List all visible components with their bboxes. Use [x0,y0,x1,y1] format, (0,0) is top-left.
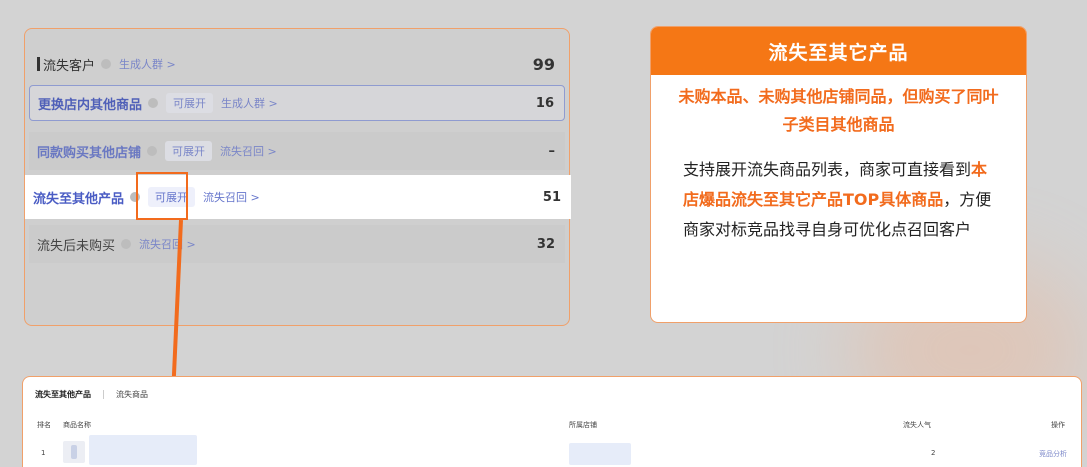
info-card-subtitle: 未购本品、未购其他店铺同品，但购买了同叶子类目其他商品 [678,87,999,134]
recall-link[interactable]: 流失召回 > [203,189,260,205]
title-marker [37,57,40,71]
tab-divider [103,390,104,399]
help-icon[interactable] [121,239,132,249]
help-icon[interactable] [101,59,112,69]
column-header-lost-popularity: 流失人气 [903,421,931,429]
funnel-row-label: 同款购买其他店铺 [37,145,142,161]
lost-products-table: 流失至其他产品 流失商品 排名 商品名称 所属店铺 流失人气 操作 1 2 竞品… [22,376,1082,467]
funnel-row-value: 16 [535,95,554,111]
funnel-row-label: 流失后未购买 [37,238,116,254]
column-header-product: 商品名称 [63,421,91,429]
info-card-body-text: 支持展开流失商品列表，商家可直接看到 [683,160,972,179]
column-header-shop: 所属店铺 [569,421,597,429]
funnel-title: 流失客户 [43,58,96,74]
funnel-row-other-product[interactable]: 流失至其他产品 可展开 流失召回 > 51 [25,175,571,219]
product-name-blurred [89,435,197,465]
generate-crowd-link[interactable]: 生成人群 > [119,56,176,72]
funnel-row-label: 更换店内其他商品 [38,97,143,113]
funnel-row-switch-product[interactable]: 更换店内其他商品 可展开 生成人群 > 16 [29,85,565,121]
help-icon[interactable] [147,146,158,156]
funnel-total-value: 99 [532,54,555,74]
funnel-row-no-purchase[interactable]: 流失后未购买 流失召回 > 32 [29,225,565,263]
expand-tag[interactable]: 可展开 [166,93,214,113]
recall-link[interactable]: 流失召回 > [220,143,277,159]
expand-highlight-box [136,172,188,220]
product-thumbnail[interactable] [63,441,85,463]
funnel-header-row: 流失客户 生成人群 > 99 [29,45,565,83]
churn-funnel-panel: 流失客户 生成人群 > 99 更换店内其他商品 可展开 生成人群 > 16 同款… [24,28,571,326]
funnel-row-other-shop[interactable]: 同款购买其他店铺 可展开 流失召回 > – [29,132,565,170]
expand-tag[interactable]: 可展开 [165,141,213,161]
column-header-rank: 排名 [37,421,51,429]
funnel-row-label: 流失至其他产品 [33,191,125,207]
competitor-analysis-link[interactable]: 竞品分析 [1039,449,1067,459]
tab-lost-products[interactable]: 流失商品 [116,389,148,400]
shop-name-blurred [569,443,631,465]
lost-popularity-cell: 2 [931,449,936,457]
info-card-body: 支持展开流失商品列表，商家可直接看到本店爆品流失至其它产品TOP具体商品，方便商… [683,155,1002,245]
recall-link[interactable]: 流失召回 > [139,236,196,252]
funnel-row-value: 51 [542,189,561,205]
tab-other-products[interactable]: 流失至其他产品 [35,389,91,400]
info-card: 流失至其它产品 未购本品、未购其他店铺同品，但购买了同叶子类目其他商品 支持展开… [650,26,1027,323]
column-header-action: 操作 [1051,421,1065,429]
help-icon[interactable] [148,98,159,108]
generate-crowd-link[interactable]: 生成人群 > [221,95,278,111]
info-card-title: 流失至其它产品 [651,27,1026,75]
funnel-row-value: – [548,143,556,159]
funnel-row-value: 32 [536,236,555,252]
rank-cell: 1 [41,449,46,457]
table-tabs: 流失至其他产品 流失商品 [35,389,148,400]
